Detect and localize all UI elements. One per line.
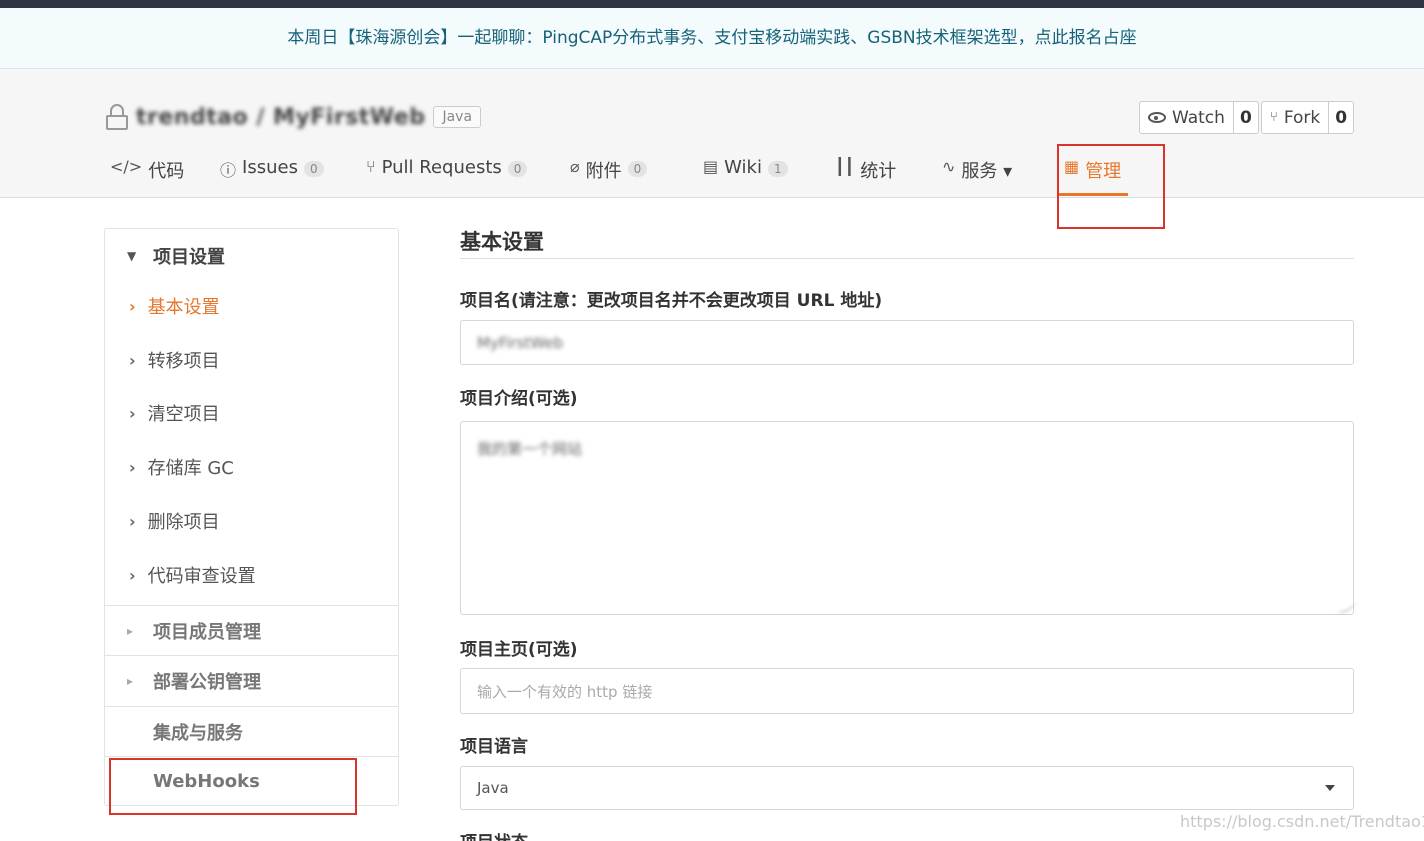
- eye-icon: [1148, 112, 1166, 123]
- caret-right-icon: ▸: [127, 673, 134, 688]
- count-badge: 1: [767, 161, 788, 177]
- section-label: 项目设置: [153, 247, 225, 268]
- tab-wiki[interactable]: ▤ Wiki 1: [703, 157, 788, 197]
- sidebar-item-repo-gc[interactable]: › 存储库 GC: [129, 452, 234, 482]
- chevron-right-icon: ›: [129, 511, 136, 531]
- sidebar-item-basic-settings[interactable]: › 基本设置: [129, 291, 220, 321]
- language-label: 项目语言: [460, 737, 528, 757]
- caret-down-icon: ▼: [127, 249, 137, 263]
- description-label: 项目介绍(可选): [460, 389, 578, 409]
- tab-label: Issues: [242, 157, 298, 178]
- tab-stats[interactable]: ┃┃ 统计: [835, 157, 896, 197]
- count-badge: 0: [627, 161, 648, 177]
- chevron-right-icon: ›: [129, 457, 136, 477]
- highlight-box-webhooks: [109, 758, 357, 815]
- status-label: 项目状态: [460, 828, 528, 841]
- tab-label: 服务 ▾: [961, 161, 1013, 182]
- stats-icon: ┃┃: [835, 157, 855, 176]
- section-deploy-keys[interactable]: ▸ 部署公钥管理: [105, 655, 398, 705]
- tab-attachments[interactable]: ⌀ 附件 0: [570, 157, 648, 197]
- repo-header: trendtao / MyFirstWeb Java Watch 0 ⑂ Fork…: [0, 69, 1424, 198]
- homepage-input[interactable]: 输入一个有效的 http 链接: [460, 668, 1354, 714]
- name-label: 项目名(请注意：更改项目名并不会更改项目 URL 地址): [460, 291, 883, 311]
- banner-text[interactable]: 本周日【珠海源创会】一起聊聊：PingCAP分布式事务、支付宝移动端实践、GSB…: [287, 28, 1136, 48]
- repo-separator: /: [248, 104, 274, 130]
- section-project-settings[interactable]: ▼ 项目设置: [105, 231, 398, 281]
- language-select[interactable]: Java: [460, 766, 1354, 810]
- tab-label: Wiki: [724, 157, 762, 178]
- project-description-textarea[interactable]: 我的第一个网站: [460, 421, 1355, 615]
- tab-label: 统计: [860, 161, 897, 182]
- sidebar-item-transfer[interactable]: › 转移项目: [129, 345, 220, 375]
- page-title: 基本设置: [460, 226, 1354, 259]
- tab-pull-requests[interactable]: ⑂ Pull Requests 0: [366, 157, 528, 197]
- section-label: 部署公钥管理: [153, 671, 261, 693]
- count-badge: 0: [303, 161, 324, 177]
- pulse-icon: ∿: [942, 157, 956, 176]
- book-icon: ▤: [703, 157, 719, 176]
- paperclip-icon: ⌀: [570, 157, 580, 176]
- language-tag: Java: [433, 106, 482, 128]
- tab-label: Pull Requests: [381, 157, 502, 178]
- sidebar-item-delete[interactable]: › 删除项目: [129, 506, 220, 536]
- sidebar-item-label: 代码审查设置: [147, 566, 256, 587]
- repo-name[interactable]: MyFirstWeb: [273, 105, 425, 130]
- announcement-banner[interactable]: 本周日【珠海源创会】一起聊聊：PingCAP分布式事务、支付宝移动端实践、GSB…: [0, 8, 1424, 69]
- tab-issues[interactable]: ⓘ Issues 0: [220, 157, 324, 197]
- sidebar-item-code-review[interactable]: › 代码审查设置: [129, 560, 256, 590]
- watch-label: Watch: [1172, 107, 1225, 128]
- fork-label: Fork: [1283, 107, 1321, 128]
- project-name-value: MyFirstWeb: [477, 333, 564, 352]
- fork-button[interactable]: ⑂ Fork 0: [1261, 101, 1355, 134]
- project-description-value: 我的第一个网站: [477, 440, 583, 458]
- repo-title: trendtao / MyFirstWeb Java: [106, 99, 482, 135]
- tab-code[interactable]: </> 代码: [110, 157, 184, 197]
- language-select-value: Java: [477, 779, 509, 797]
- fork-icon: ⑂: [1270, 110, 1278, 125]
- section-label: 集成与服务: [153, 722, 243, 744]
- count-badge: 0: [507, 161, 528, 177]
- tab-label: 代码: [148, 161, 185, 182]
- watermark: https://blog.csdn.net/Trendtao168: [1180, 812, 1424, 831]
- lock-icon: [106, 104, 128, 130]
- issues-icon: ⓘ: [220, 161, 237, 180]
- tab-services[interactable]: ∿ 服务 ▾: [942, 157, 1012, 197]
- chevron-right-icon: ›: [129, 296, 136, 316]
- sidebar-item-label: 删除项目: [147, 512, 220, 533]
- section-integrations[interactable]: 集成与服务: [105, 706, 398, 756]
- sidebar-item-label: 存储库 GC: [147, 458, 234, 479]
- highlight-box-manage: [1057, 144, 1165, 229]
- chevron-right-icon: ›: [129, 565, 136, 585]
- chevron-right-icon: ›: [129, 350, 136, 370]
- sidebar-item-label: 基本设置: [147, 297, 220, 318]
- homepage-label: 项目主页(可选): [460, 640, 578, 660]
- chevron-right-icon: ›: [129, 403, 136, 423]
- section-label: 项目成员管理: [153, 621, 261, 643]
- sidebar-item-label: 转移项目: [147, 351, 220, 372]
- resize-handle-icon[interactable]: [1339, 604, 1355, 612]
- sidebar-item-label: 清空项目: [147, 404, 220, 425]
- watch-count[interactable]: 0: [1232, 102, 1258, 133]
- code-icon: </>: [110, 157, 143, 176]
- repo-owner[interactable]: trendtao: [136, 105, 248, 130]
- caret-down-icon: [1325, 785, 1335, 791]
- top-bar: [0, 0, 1424, 8]
- tab-label: 附件: [585, 161, 622, 182]
- settings-form: 基本设置 项目名(请注意：更改项目名并不会更改项目 URL 地址) MyFirs…: [460, 226, 1355, 841]
- pull-request-icon: ⑂: [366, 157, 376, 176]
- watch-button[interactable]: Watch 0: [1139, 101, 1259, 134]
- settings-sidebar: ▼ 项目设置 › 基本设置 › 转移项目 › 清空项目 › 存储库 GC › 删除项目 › 代…: [104, 228, 399, 806]
- homepage-placeholder: 输入一个有效的 http 链接: [477, 682, 653, 701]
- fork-count[interactable]: 0: [1328, 102, 1353, 133]
- project-name-input[interactable]: MyFirstWeb: [460, 320, 1354, 365]
- caret-right-icon: ▸: [127, 623, 134, 638]
- section-members[interactable]: ▸ 项目成员管理: [105, 605, 398, 655]
- sidebar-item-clear[interactable]: › 清空项目: [129, 398, 220, 428]
